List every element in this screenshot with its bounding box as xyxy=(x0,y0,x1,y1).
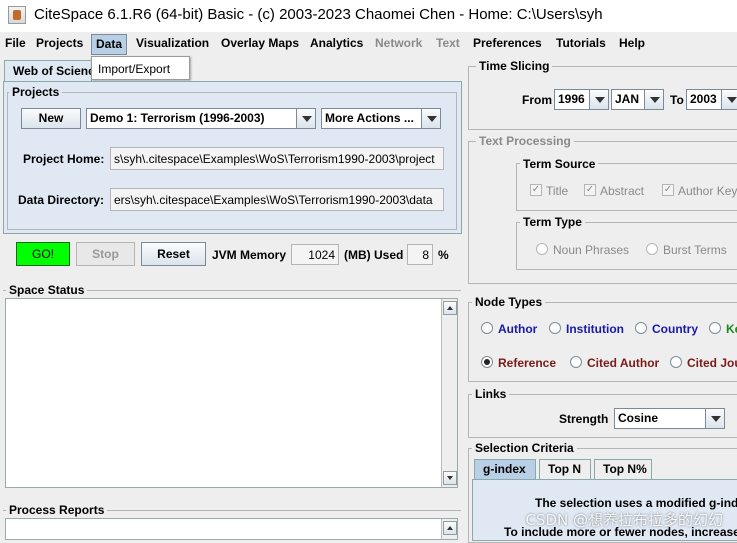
space-status-scrollbar[interactable] xyxy=(441,299,457,487)
menu-analytics[interactable]: Analytics xyxy=(310,36,363,50)
term-source-label: Term Source xyxy=(520,157,599,171)
scroll-up-icon[interactable] xyxy=(443,301,457,315)
noun-phrases-radio[interactable] xyxy=(536,243,548,255)
cited-journal-radio[interactable] xyxy=(670,356,682,368)
new-project-button[interactable]: New xyxy=(21,108,81,129)
keyword-radio[interactable] xyxy=(709,322,721,334)
selection-criteria-label: Selection Criteria xyxy=(472,441,577,455)
burst-terms-radio[interactable] xyxy=(646,243,658,255)
process-reports-textarea[interactable] xyxy=(5,518,458,540)
selection-description-line1: The selection uses a modified g-inde xyxy=(535,496,737,510)
tab-top-n[interactable]: Top N xyxy=(539,459,591,479)
cited-author-radio[interactable] xyxy=(570,356,582,368)
author-radio[interactable] xyxy=(481,322,493,334)
term-type-label: Term Type xyxy=(520,215,585,229)
scroll-down-icon[interactable] xyxy=(443,471,457,485)
strength-select[interactable]: Cosine xyxy=(614,408,725,429)
project-select[interactable]: Demo 1: Terrorism (1996-2003) xyxy=(86,108,316,129)
links-label: Links xyxy=(472,387,510,401)
to-year-value: 2003 xyxy=(690,92,717,106)
menu-data[interactable]: Data xyxy=(91,34,128,55)
cited-author-label: Cited Author xyxy=(587,356,660,370)
menu-text[interactable]: Text xyxy=(436,36,460,50)
mb-used-label: (MB) Used xyxy=(344,248,404,262)
process-reports-scrollbar[interactable] xyxy=(441,519,457,539)
to-year-select[interactable]: 2003 xyxy=(686,89,737,110)
chevron-down-icon xyxy=(644,90,663,109)
menu-bar: File Projects Data Visualization Overlay… xyxy=(0,33,737,55)
title-checkbox[interactable]: ✓ xyxy=(530,184,542,196)
from-label: From xyxy=(522,93,552,107)
keyword-label: Ke xyxy=(726,322,737,336)
title-bar: CiteSpace 6.1.R6 (64-bit) Basic - (c) 20… xyxy=(0,0,737,32)
window-title: CiteSpace 6.1.R6 (64-bit) Basic - (c) 20… xyxy=(34,6,603,23)
data-menu-popup: Import/Export xyxy=(91,56,190,80)
menu-tutorials[interactable]: Tutorials xyxy=(556,36,606,50)
app-icon xyxy=(8,6,26,24)
chevron-down-icon xyxy=(296,109,315,128)
abstract-checkbox[interactable]: ✓ xyxy=(584,184,596,196)
memory-used-field: 8 xyxy=(407,244,433,265)
chevron-down-icon xyxy=(705,409,724,428)
strength-value: Cosine xyxy=(618,411,659,425)
country-label: Country xyxy=(652,322,698,336)
noun-phrases-label: Noun Phrases xyxy=(553,243,630,257)
menu-item-import-export[interactable]: Import/Export xyxy=(98,62,170,76)
from-month-select[interactable]: JAN xyxy=(611,89,664,110)
author-keywords-checkbox[interactable]: ✓ xyxy=(662,184,674,196)
institution-radio[interactable] xyxy=(549,322,561,334)
to-label: To xyxy=(670,93,684,107)
node-types-group xyxy=(468,302,737,382)
strength-label: Strength xyxy=(559,412,609,426)
data-directory-label: Data Directory: xyxy=(18,193,105,207)
menu-file[interactable]: File xyxy=(5,36,26,50)
from-month-value: JAN xyxy=(615,92,640,106)
reference-label: Reference xyxy=(498,356,557,370)
process-reports-label: Process Reports xyxy=(6,503,108,517)
tab-g-index[interactable]: g-index xyxy=(474,459,536,479)
project-home-field[interactable]: s\syh\.citespace\Examples\WoS\Terrorism1… xyxy=(110,147,444,170)
node-types-label: Node Types xyxy=(472,295,546,309)
from-year-select[interactable]: 1996 xyxy=(554,89,609,110)
go-button[interactable]: GO! xyxy=(16,242,70,266)
reset-button[interactable]: Reset xyxy=(141,242,206,266)
tab-top-n-percent[interactable]: Top N% xyxy=(594,459,652,479)
jvm-memory-field: 1024 xyxy=(291,244,339,265)
time-slicing-label: Time Slicing xyxy=(476,59,553,73)
stop-button[interactable]: Stop xyxy=(76,242,135,266)
csdn-watermark: CSDN @想养拉布拉多的幻幻 xyxy=(525,511,723,529)
project-home-label: Project Home: xyxy=(23,152,105,166)
burst-terms-label: Burst Terms xyxy=(663,243,727,257)
institution-label: Institution xyxy=(566,322,624,336)
author-keywords-checkbox-label: Author Key xyxy=(678,184,737,198)
jvm-memory-label: JVM Memory xyxy=(212,248,287,262)
author-label: Author xyxy=(498,322,538,336)
chevron-down-icon xyxy=(589,90,608,109)
menu-network[interactable]: Network xyxy=(375,36,422,50)
country-radio[interactable] xyxy=(635,322,647,334)
data-directory-field[interactable]: ers\syh\.citespace\Examples\WoS\Terroris… xyxy=(110,188,444,211)
chevron-down-icon xyxy=(421,109,440,128)
menu-help[interactable]: Help xyxy=(619,36,645,50)
menu-preferences[interactable]: Preferences xyxy=(473,36,542,50)
tab-web-of-science[interactable]: Web of Science xyxy=(4,60,92,82)
menu-projects[interactable]: Projects xyxy=(36,36,83,50)
percent-label: % xyxy=(438,248,449,262)
title-checkbox-label: Title xyxy=(546,184,569,198)
menu-overlay-maps[interactable]: Overlay Maps xyxy=(221,36,299,50)
menu-visualization[interactable]: Visualization xyxy=(136,36,209,50)
cited-journal-label: Cited Jou xyxy=(687,356,737,370)
project-select-value: Demo 1: Terrorism (1996-2003) xyxy=(90,111,265,125)
scroll-up-icon[interactable] xyxy=(443,521,457,535)
projects-group-label: Projects xyxy=(9,85,63,99)
from-year-value: 1996 xyxy=(558,92,585,106)
text-processing-label: Text Processing xyxy=(476,134,574,148)
more-actions-value: More Actions ... xyxy=(325,111,414,125)
chevron-down-icon xyxy=(721,90,737,109)
space-status-label: Space Status xyxy=(6,283,88,297)
more-actions-select[interactable]: More Actions ... xyxy=(321,108,441,129)
reference-radio[interactable] xyxy=(481,356,493,368)
space-status-textarea[interactable] xyxy=(5,298,458,488)
abstract-checkbox-label: Abstract xyxy=(600,184,645,198)
